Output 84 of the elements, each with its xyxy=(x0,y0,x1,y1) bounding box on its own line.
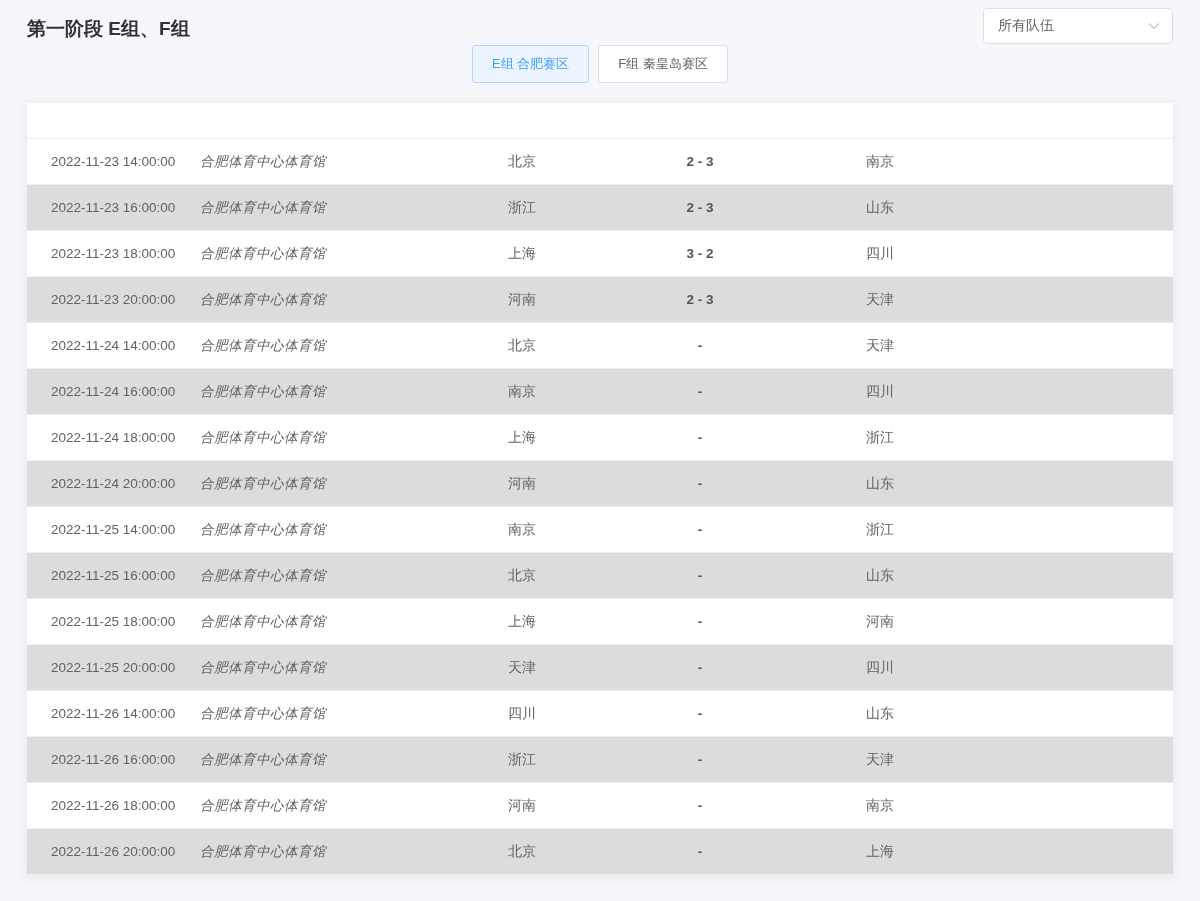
venue-name: 合肥体育中心体育馆 xyxy=(200,244,326,263)
venue-name: 合肥体育中心体育馆 xyxy=(200,428,326,447)
match-score: - xyxy=(696,752,704,767)
match-time: 2022-11-23 16:00:00 xyxy=(51,200,176,215)
away-team: 山东 xyxy=(866,566,894,585)
home-team: 上海 xyxy=(508,244,536,263)
match-score: - xyxy=(696,660,704,675)
match-time: 2022-11-23 20:00:00 xyxy=(51,292,176,307)
away-team: 山东 xyxy=(866,474,894,493)
match-score: 2 - 3 xyxy=(685,292,715,307)
home-team: 河南 xyxy=(508,474,536,493)
venue-name: 合肥体育中心体育馆 xyxy=(200,382,326,401)
venue-name: 合肥体育中心体育馆 xyxy=(200,658,326,677)
away-team: 浙江 xyxy=(866,520,894,539)
away-team: 四川 xyxy=(866,244,894,263)
home-team: 北京 xyxy=(508,842,536,861)
match-time: 2022-11-25 14:00:00 xyxy=(51,522,176,537)
match-score: - xyxy=(696,384,704,399)
venue-name: 合肥体育中心体育馆 xyxy=(200,612,326,631)
away-team: 山东 xyxy=(866,198,894,217)
away-team: 山东 xyxy=(866,704,894,723)
match-score: 2 - 3 xyxy=(685,154,715,169)
page-title: 第一阶段 E组、F组 xyxy=(27,17,190,41)
home-team: 北京 xyxy=(508,152,536,171)
home-team: 南京 xyxy=(508,382,536,401)
match-time: 2022-11-26 16:00:00 xyxy=(51,752,176,767)
venue-name: 合肥体育中心体育馆 xyxy=(200,750,326,769)
venue-name: 合肥体育中心体育馆 xyxy=(200,704,326,723)
match-time: 2022-11-23 18:00:00 xyxy=(51,246,176,261)
home-team: 北京 xyxy=(508,336,536,355)
venue-name: 合肥体育中心体育馆 xyxy=(200,474,326,493)
venue-name: 合肥体育中心体育馆 xyxy=(200,290,326,309)
match-score: - xyxy=(696,568,704,583)
home-team: 天津 xyxy=(508,658,536,677)
match-time: 2022-11-26 20:00:00 xyxy=(51,844,176,859)
home-team: 上海 xyxy=(508,428,536,447)
venue-name: 合肥体育中心体育馆 xyxy=(200,520,326,539)
match-score: - xyxy=(696,706,704,721)
group-tab[interactable]: F组 秦皇岛赛区 xyxy=(598,45,728,83)
match-score: - xyxy=(696,614,704,629)
match-score: - xyxy=(696,522,704,537)
venue-name: 合肥体育中心体育馆 xyxy=(200,566,326,585)
venue-name: 合肥体育中心体育馆 xyxy=(200,198,326,217)
match-time: 2022-11-25 16:00:00 xyxy=(51,568,176,583)
match-score: - xyxy=(696,844,704,859)
home-team: 南京 xyxy=(508,520,536,539)
away-team: 天津 xyxy=(866,290,894,309)
match-time: 2022-11-23 14:00:00 xyxy=(51,154,176,169)
away-team: 四川 xyxy=(866,658,894,677)
match-time: 2022-11-25 18:00:00 xyxy=(51,614,176,629)
venue-name: 合肥体育中心体育馆 xyxy=(200,796,326,815)
team-filter-dropdown[interactable]: 所有队伍 xyxy=(983,8,1173,44)
match-time: 2022-11-24 20:00:00 xyxy=(51,476,176,491)
venue-name: 合肥体育中心体育馆 xyxy=(200,152,326,171)
away-team: 河南 xyxy=(866,612,894,631)
caret-icon xyxy=(1148,22,1160,30)
away-team: 浙江 xyxy=(866,428,894,447)
home-team: 四川 xyxy=(508,704,536,723)
home-team: 北京 xyxy=(508,566,536,585)
match-score: - xyxy=(696,798,704,813)
match-time: 2022-11-24 16:00:00 xyxy=(51,384,176,399)
venue-name: 合肥体育中心体育馆 xyxy=(200,336,326,355)
match-time: 2022-11-26 18:00:00 xyxy=(51,798,176,813)
match-time: 2022-11-24 14:00:00 xyxy=(51,338,176,353)
away-team: 天津 xyxy=(866,336,894,355)
away-team: 南京 xyxy=(866,796,894,815)
match-time: 2022-11-26 14:00:00 xyxy=(51,706,176,721)
match-score: - xyxy=(696,338,704,353)
home-team: 河南 xyxy=(508,796,536,815)
home-team: 浙江 xyxy=(508,198,536,217)
match-time: 2022-11-24 18:00:00 xyxy=(51,430,176,445)
match-score: 3 - 2 xyxy=(685,246,715,261)
away-team: 四川 xyxy=(866,382,894,401)
match-score: - xyxy=(696,430,704,445)
home-team: 河南 xyxy=(508,290,536,309)
match-score: - xyxy=(696,476,704,491)
home-team: 上海 xyxy=(508,612,536,631)
venue-name: 合肥体育中心体育馆 xyxy=(200,842,326,861)
away-team: 南京 xyxy=(866,152,894,171)
away-team: 上海 xyxy=(866,842,894,861)
home-team: 浙江 xyxy=(508,750,536,769)
away-team: 天津 xyxy=(866,750,894,769)
match-score: 2 - 3 xyxy=(685,200,715,215)
match-time: 2022-11-25 20:00:00 xyxy=(51,660,176,675)
